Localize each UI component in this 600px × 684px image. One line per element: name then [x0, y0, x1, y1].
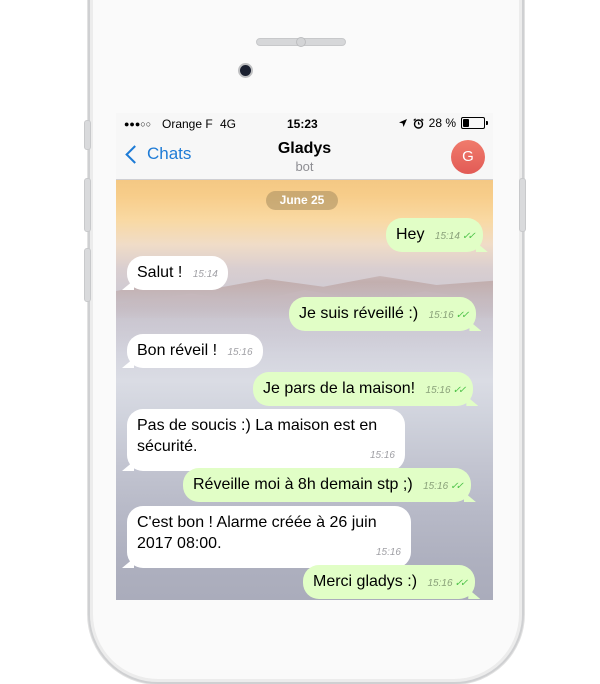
message-text: Je suis réveillé :) — [299, 305, 419, 322]
avatar[interactable]: G — [451, 140, 485, 174]
message-bubble-incoming[interactable]: C'est bon ! Alarme créée à 26 juin 2017 … — [127, 506, 411, 568]
signal-strength: ●●●○○ — [124, 119, 152, 129]
message-bubble-incoming[interactable]: Pas de soucis :) La maison est en sécuri… — [127, 409, 405, 471]
alarm-clock-icon — [412, 117, 424, 129]
battery-fill — [463, 119, 470, 127]
message-bubble-outgoing[interactable]: Je pars de la maison! 15:16 ✓✓ — [253, 372, 474, 406]
message-time: 15:16 — [425, 385, 451, 396]
message-text: Hey — [396, 226, 425, 243]
network-type: 4G — [220, 117, 237, 131]
message-bubble-outgoing[interactable]: Merci gladys :) 15:16 ✓✓ — [303, 565, 476, 599]
message-text: Merci gladys :) — [313, 573, 418, 590]
power-button — [519, 178, 526, 232]
volume-up-button — [84, 178, 91, 232]
message-time: 15:14 — [434, 231, 460, 242]
message-time: 15:14 — [192, 269, 218, 280]
battery-icon — [461, 117, 488, 129]
carrier-name: Orange F — [162, 117, 213, 131]
battery-percent: 28 % — [428, 116, 456, 130]
status-bar: ●●●○○ Orange F 4G 15:23 28 % — [116, 113, 493, 135]
message-time: 15:16 — [428, 310, 454, 321]
message-time: 15:16 — [375, 547, 401, 558]
read-receipt-icon: ✓✓ — [454, 578, 469, 589]
chat-header[interactable]: Gladys bot — [116, 140, 493, 174]
message-time: 15:16 — [369, 450, 395, 461]
mute-switch — [84, 120, 91, 150]
message-text: Bon réveil ! — [137, 342, 218, 359]
read-receipt-icon: ✓✓ — [452, 385, 467, 396]
volume-down-button — [84, 248, 91, 302]
message-bubble-incoming[interactable]: Salut ! 15:14 — [127, 256, 228, 290]
front-camera — [238, 63, 253, 78]
message-text: Salut ! — [137, 264, 183, 281]
message-time: 15:16 — [227, 347, 253, 358]
location-arrow-icon — [398, 119, 407, 127]
status-right: 28 % — [398, 116, 488, 130]
chat-title: Gladys — [277, 140, 332, 157]
message-time: 15:16 — [427, 578, 453, 589]
message-text: Réveille moi à 8h demain stp ;) — [193, 476, 413, 493]
nav-bar: Chats Gladys bot G — [116, 135, 493, 180]
message-text: Pas de soucis :) La maison est en sécuri… — [137, 417, 378, 455]
message-text: C'est bon ! Alarme créée à 26 juin 2017 … — [137, 514, 377, 552]
message-text: Je pars de la maison! — [263, 380, 416, 397]
status-time: 15:23 — [287, 117, 318, 131]
chat-subtitle: bot — [295, 159, 314, 174]
read-receipt-icon: ✓✓ — [455, 310, 470, 321]
proximity-sensor — [296, 37, 306, 47]
read-receipt-icon: ✓✓ — [450, 481, 464, 492]
message-bubble-outgoing[interactable]: Hey 15:14 ✓✓ — [386, 218, 483, 252]
message-bubble-outgoing[interactable]: Réveille moi à 8h demain stp ;) 15:16 ✓✓ — [183, 468, 471, 502]
date-separator: June 25 — [266, 191, 338, 210]
screen: ●●●○○ Orange F 4G 15:23 28 % Chats Glady… — [116, 113, 493, 600]
message-bubble-outgoing[interactable]: Je suis réveillé :) 15:16 ✓✓ — [289, 297, 477, 331]
message-bubble-incoming[interactable]: Bon réveil ! 15:16 — [127, 334, 263, 368]
read-receipt-icon: ✓✓ — [461, 231, 476, 242]
message-time: 15:16 — [423, 481, 449, 492]
